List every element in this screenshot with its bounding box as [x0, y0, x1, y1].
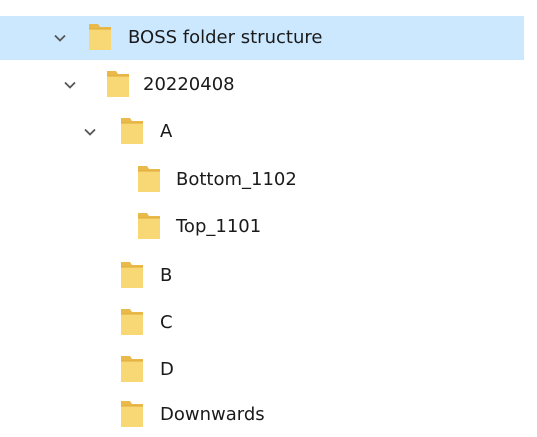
tree-item-d[interactable]: D [0, 348, 537, 392]
folder-icon [137, 165, 161, 193]
tree-item-label: BOSS folder structure [128, 27, 323, 48]
tree-item-label: Downwards [160, 404, 265, 425]
tree-item-bottom-1102[interactable]: Bottom_1102 [0, 158, 537, 202]
folder-icon [106, 70, 130, 98]
chevron-down-icon[interactable] [52, 30, 68, 46]
folder-icon [137, 212, 161, 240]
folder-icon [120, 308, 144, 336]
tree-item-label: Bottom_1102 [176, 169, 297, 190]
folder-icon [120, 400, 144, 428]
tree-item-label: D [160, 359, 174, 380]
tree-item-label: C [160, 312, 173, 333]
chevron-down-icon[interactable] [62, 77, 78, 93]
chevron-down-icon[interactable] [82, 124, 98, 140]
tree-item-boss-folder-structure[interactable]: BOSS folder structure [0, 16, 524, 60]
tree-item-b[interactable]: B [0, 254, 537, 298]
tree-item-label: 20220408 [143, 74, 235, 95]
tree-item-label: A [160, 121, 173, 142]
tree-item-c[interactable]: C [0, 301, 537, 345]
tree-item-top-1101[interactable]: Top_1101 [0, 205, 537, 249]
tree-item-a[interactable]: A [0, 110, 537, 154]
tree-item-label: B [160, 265, 173, 286]
folder-icon [88, 23, 112, 51]
folder-icon [120, 261, 144, 289]
folder-tree: BOSS folder structure 20220408 A Bottom_… [0, 0, 537, 437]
folder-icon [120, 355, 144, 383]
tree-item-20220408[interactable]: 20220408 [0, 63, 537, 107]
folder-icon [120, 117, 144, 145]
tree-item-downwards[interactable]: Downwards [0, 393, 537, 437]
tree-item-label: Top_1101 [176, 216, 262, 237]
